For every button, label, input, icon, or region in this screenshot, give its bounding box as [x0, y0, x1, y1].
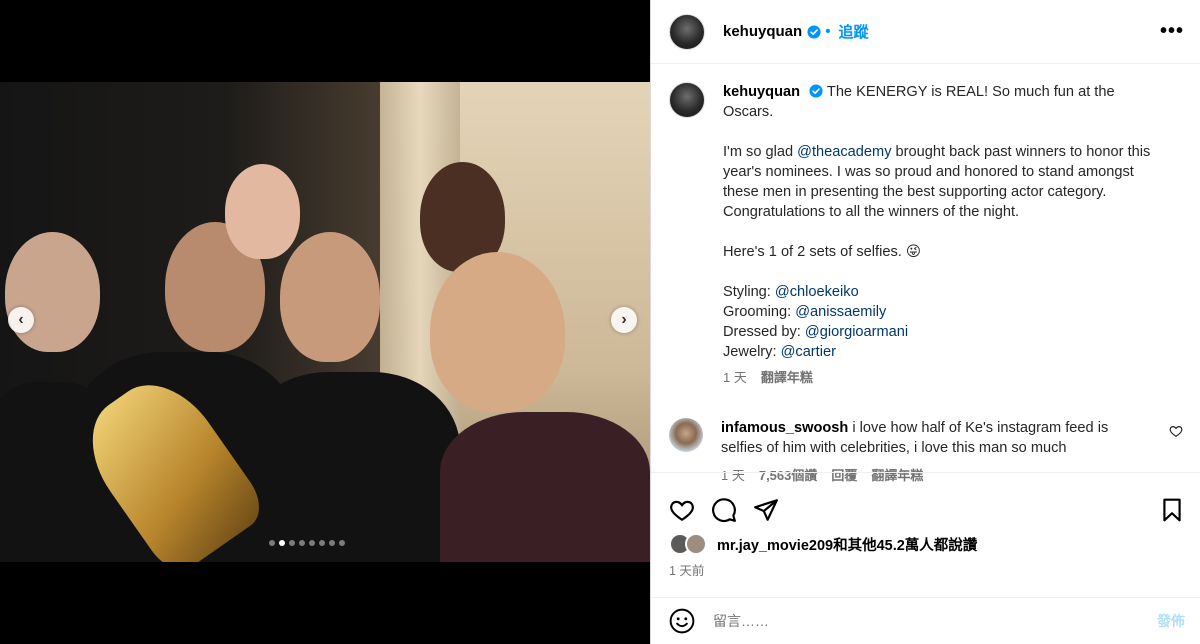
post-modal: ‹ › kehuyquan • 追蹤 ••• kehuyquan The KEN…	[0, 0, 1200, 644]
caption-timestamp[interactable]: 1 天	[723, 368, 747, 388]
post-comment-button[interactable]: 發佈	[1157, 611, 1185, 631]
translate-button[interactable]: 翻譯年糕	[761, 368, 813, 388]
carousel-dot-active	[279, 540, 285, 546]
caption-credits: Styling: @chloekeiko Grooming: @anissaem…	[723, 284, 909, 360]
commenter-avatar[interactable]	[669, 418, 703, 452]
carousel-next-button[interactable]: ›	[611, 307, 637, 333]
post-side-panel: kehuyquan • 追蹤 ••• kehuyquan The KENERGY…	[650, 0, 1200, 644]
author-username[interactable]: kehuyquan	[723, 23, 802, 40]
bookmark-icon[interactable]	[1159, 497, 1185, 523]
commenter-username[interactable]: infamous_swoosh	[721, 420, 848, 436]
comment-input[interactable]	[713, 613, 1157, 629]
carousel-dot	[289, 540, 295, 546]
liker-avatars[interactable]	[669, 533, 715, 555]
likes-text[interactable]: mr.jay_movie209和其他45.2萬人都說讚	[717, 534, 977, 555]
mention-link[interactable]: @chloekeiko	[775, 284, 859, 300]
more-options-button[interactable]: •••	[1160, 20, 1184, 43]
caption-paragraph: I'm so glad @theacademy brought back pas…	[723, 144, 1151, 220]
like-heart-icon[interactable]	[669, 497, 695, 523]
mention-link[interactable]: @anissaemily	[795, 304, 886, 320]
share-paper-plane-icon[interactable]	[753, 497, 779, 523]
author-avatar[interactable]	[669, 13, 705, 50]
carousel-dot	[309, 540, 315, 546]
action-bar	[651, 472, 1200, 530]
comments-section: kehuyquan The KENERGY is REAL! So much f…	[651, 64, 1200, 483]
carousel-prev-button[interactable]: ‹	[8, 307, 34, 333]
emoji-smiley-icon[interactable]	[669, 608, 695, 634]
caption-paragraph: Here's 1 of 2 sets of selfies. 😜	[723, 244, 922, 260]
mention-link[interactable]: @theacademy	[797, 144, 891, 160]
media-pane: ‹ ›	[0, 0, 650, 644]
carousel-dot	[319, 540, 325, 546]
caption-username[interactable]: kehuyquan	[723, 84, 800, 100]
post-header: kehuyquan • 追蹤 •••	[651, 0, 1200, 64]
carousel-dot	[299, 540, 305, 546]
caption: kehuyquan The KENERGY is REAL! So much f…	[669, 82, 1185, 388]
post-photo[interactable]	[0, 82, 650, 562]
carousel-dot	[339, 540, 345, 546]
carousel-dot	[329, 540, 335, 546]
verified-badge-icon	[809, 84, 823, 98]
verified-badge-icon	[807, 24, 821, 39]
likes-summary: mr.jay_movie209和其他45.2萬人都說讚	[669, 533, 977, 555]
comment-like-heart-icon[interactable]	[1169, 424, 1183, 438]
follow-button[interactable]: 追蹤	[838, 21, 868, 42]
mention-link[interactable]: @cartier	[781, 344, 836, 360]
carousel-dot	[269, 540, 275, 546]
post-timestamp[interactable]: 1 天前	[669, 560, 704, 579]
comment-bubble-icon[interactable]	[711, 497, 737, 523]
mention-link[interactable]: @giorgioarmani	[805, 324, 908, 340]
author-avatar[interactable]	[669, 82, 705, 118]
carousel-indicator	[269, 540, 345, 546]
comment-composer: 發佈	[651, 597, 1200, 644]
